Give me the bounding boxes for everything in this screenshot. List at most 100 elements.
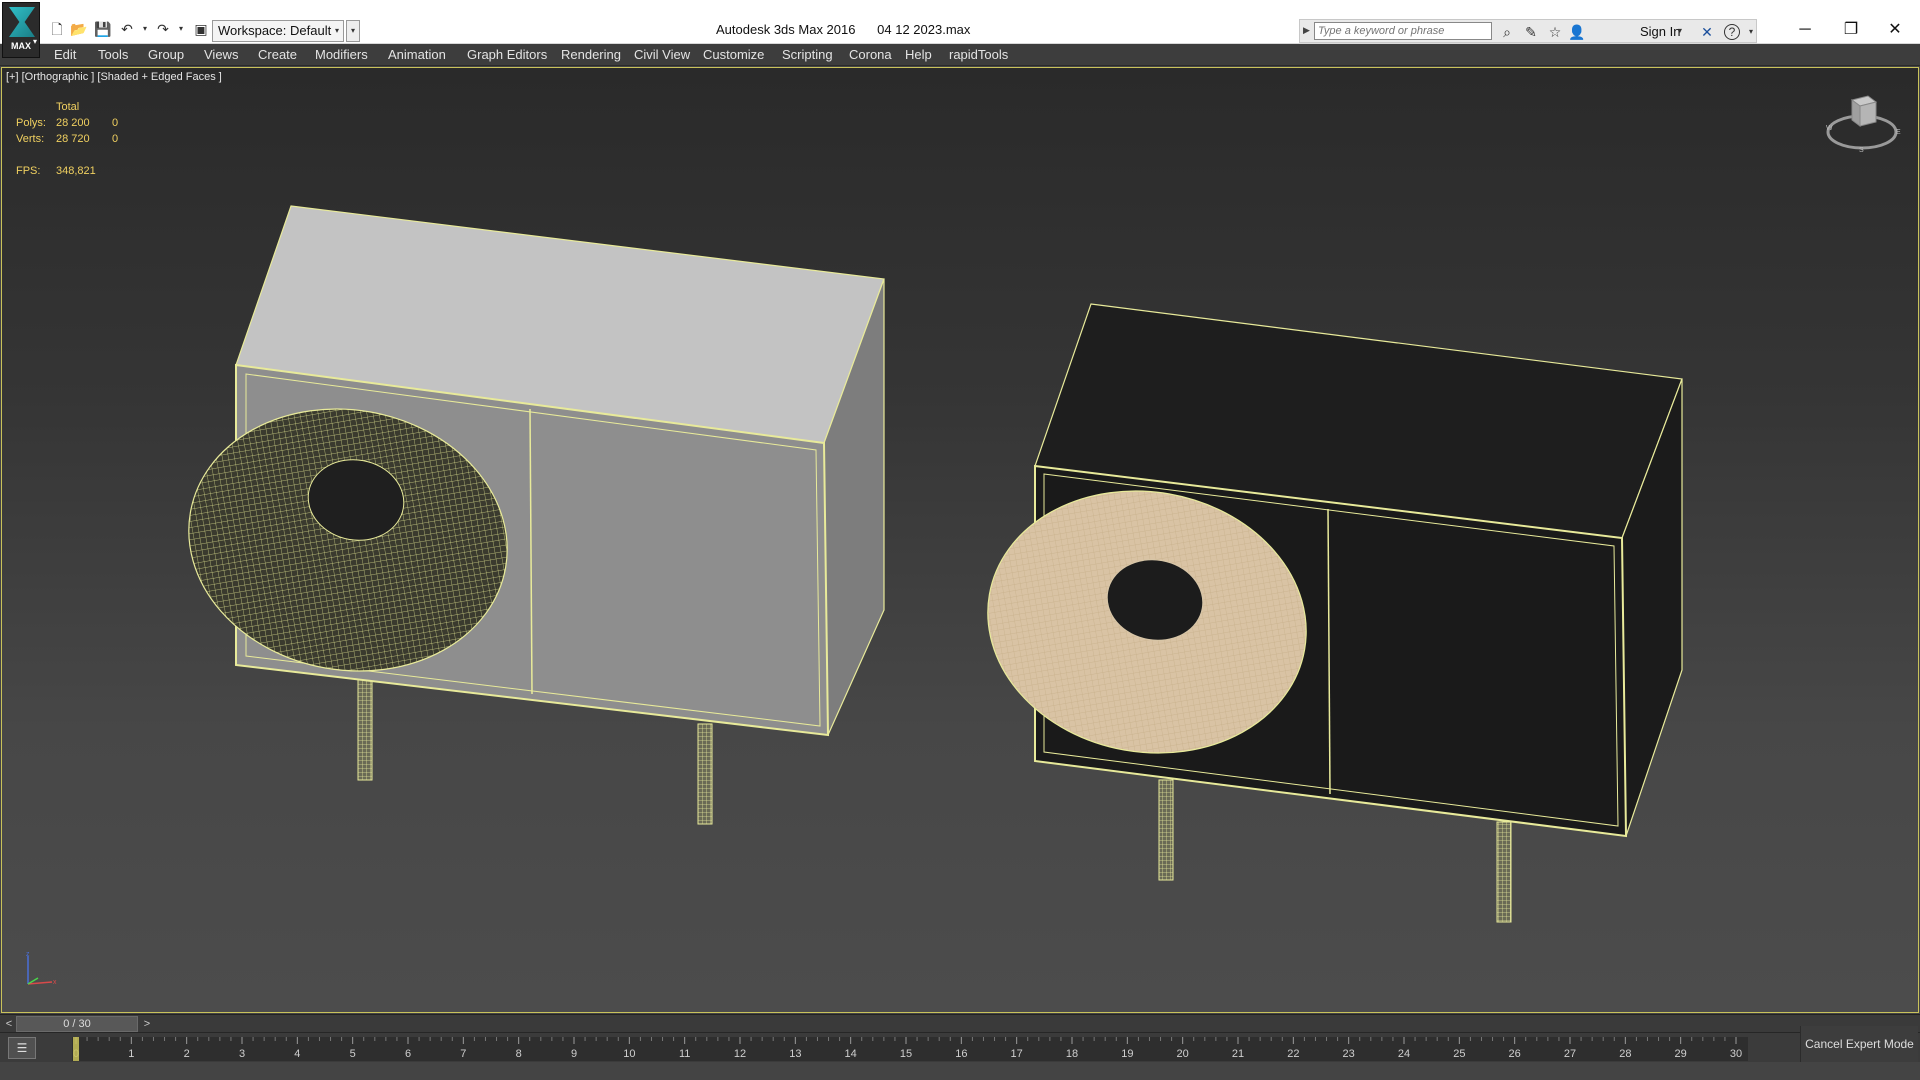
frame-label: 13 bbox=[789, 1048, 801, 1060]
frame-label: 18 bbox=[1066, 1048, 1078, 1060]
time-slider[interactable]: < 0 / 30 > bbox=[0, 1014, 1920, 1032]
undo-dropdown-icon[interactable]: ▾ bbox=[136, 20, 154, 38]
user-icon: 👤 bbox=[1568, 24, 1586, 40]
quick-access-customize-button[interactable]: ▾ bbox=[346, 20, 360, 42]
frame-label: 15 bbox=[900, 1048, 912, 1060]
frame-label: 12 bbox=[734, 1048, 746, 1060]
frame-label: 21 bbox=[1232, 1048, 1244, 1060]
workspace-selector[interactable]: Workspace: Default ▾ bbox=[212, 20, 344, 42]
frame-label: 26 bbox=[1509, 1048, 1521, 1060]
menu-group[interactable]: Group bbox=[148, 47, 184, 62]
chevron-down-icon: ▾ bbox=[334, 26, 339, 35]
chevron-down-icon[interactable]: ▾ bbox=[1742, 23, 1760, 41]
frame-label: 1 bbox=[128, 1048, 134, 1060]
save-file-icon[interactable]: 💾 bbox=[94, 20, 112, 38]
menu-views[interactable]: Views bbox=[204, 47, 238, 62]
frame-label: 8 bbox=[516, 1048, 522, 1060]
redo-icon[interactable]: ↷ bbox=[154, 20, 172, 38]
frame-label: 14 bbox=[845, 1048, 857, 1060]
new-file-icon[interactable]: 🗋 bbox=[48, 20, 66, 38]
frame-label: 2 bbox=[184, 1048, 190, 1060]
frame-label: 27 bbox=[1564, 1048, 1576, 1060]
frame-label: 16 bbox=[955, 1048, 967, 1060]
application-button[interactable]: ▾ MAX bbox=[2, 2, 40, 58]
frame-label: 29 bbox=[1675, 1048, 1687, 1060]
perspective-viewport[interactable]: [+] [Orthographic ] [Shaded + Edged Face… bbox=[1, 67, 1919, 1013]
mini-curve-editor-icon[interactable]: ☰ bbox=[8, 1037, 36, 1059]
minimize-button[interactable]: ─ bbox=[1782, 16, 1828, 44]
cabinet-left[interactable] bbox=[168, 205, 885, 825]
open-file-icon[interactable]: 📂 bbox=[70, 20, 88, 38]
axis-tripod-icon: z x bbox=[26, 951, 57, 986]
cabinet-right[interactable] bbox=[967, 303, 1683, 923]
svg-text:W: W bbox=[1826, 125, 1833, 132]
frame-label: 28 bbox=[1619, 1048, 1631, 1060]
frame-label: 3 bbox=[239, 1048, 245, 1060]
time-slider-thumb[interactable]: 0 / 30 bbox=[16, 1016, 138, 1032]
frame-label: 25 bbox=[1453, 1048, 1465, 1060]
frame-label: 20 bbox=[1177, 1048, 1189, 1060]
menu-rendering[interactable]: Rendering bbox=[561, 47, 621, 62]
infocenter-toolbar: ▶ ⌕ ✎ ☆ 👤 Sign In ▾ ✕ ? ▾ bbox=[1299, 19, 1757, 43]
frame-label: 17 bbox=[1011, 1048, 1023, 1060]
binoculars-icon[interactable]: ⌕ bbox=[1498, 23, 1516, 41]
svg-text:x: x bbox=[53, 979, 57, 986]
menu-help[interactable]: Help bbox=[905, 47, 932, 62]
frame-label: 24 bbox=[1398, 1048, 1410, 1060]
exchange-apps-icon[interactable]: ✕ bbox=[1698, 23, 1716, 41]
menu-bar: Edit Tools Group Views Create Modifiers … bbox=[0, 44, 1920, 66]
search-input[interactable] bbox=[1314, 22, 1492, 40]
cancel-expert-mode-button[interactable]: Cancel Expert Mode bbox=[1800, 1026, 1918, 1062]
menu-corona[interactable]: Corona bbox=[849, 47, 892, 62]
menu-create[interactable]: Create bbox=[258, 47, 297, 62]
menu-edit[interactable]: Edit bbox=[54, 47, 76, 62]
favorites-star-icon[interactable]: ☆ bbox=[1546, 23, 1564, 41]
viewcube-icon[interactable]: W E S bbox=[1824, 86, 1904, 156]
sign-in-button[interactable]: Sign In bbox=[1640, 24, 1680, 39]
project-folder-icon[interactable]: ▣ bbox=[192, 20, 210, 38]
chevron-down-icon[interactable]: ▾ bbox=[1678, 26, 1682, 35]
frame-label: 23 bbox=[1343, 1048, 1355, 1060]
menu-customize[interactable]: Customize bbox=[703, 47, 764, 62]
frame-label: 6 bbox=[405, 1048, 411, 1060]
logo-text: MAX bbox=[11, 41, 31, 51]
frame-label: 19 bbox=[1121, 1048, 1133, 1060]
svg-text:S: S bbox=[1859, 147, 1864, 154]
frame-label: 4 bbox=[294, 1048, 300, 1060]
window-title: Autodesk 3ds Max 2016 04 12 2023.max bbox=[716, 22, 971, 37]
help-icon[interactable]: ? bbox=[1724, 24, 1740, 40]
3dsmax-logo-icon bbox=[9, 7, 35, 37]
menu-tools[interactable]: Tools bbox=[98, 47, 128, 62]
track-bar[interactable]: ☰ 01234567891011121314151617181920212223… bbox=[0, 1032, 1920, 1062]
menu-modifiers[interactable]: Modifiers bbox=[315, 47, 368, 62]
menu-graph-editors[interactable]: Graph Editors bbox=[467, 47, 547, 62]
frame-label: 11 bbox=[679, 1048, 690, 1060]
frame-label: 10 bbox=[623, 1048, 635, 1060]
frame-label: 9 bbox=[571, 1048, 577, 1060]
scene-geometry[interactable] bbox=[2, 68, 1918, 1012]
workspace-label: Workspace: Default bbox=[218, 23, 332, 38]
title-bar: ▾ MAX 🗋 📂 💾 ↶ ▾ ↷ ▾ ▣ Workspace: Default… bbox=[0, 0, 1920, 58]
frame-label: 22 bbox=[1287, 1048, 1299, 1060]
close-button[interactable]: ✕ bbox=[1872, 16, 1918, 44]
next-frame-button[interactable]: > bbox=[140, 1016, 154, 1032]
menu-animation[interactable]: Animation bbox=[388, 47, 446, 62]
svg-text:E: E bbox=[1896, 129, 1901, 136]
restore-button[interactable]: ❐ bbox=[1828, 16, 1874, 44]
collapse-arrow-icon[interactable]: ▶ bbox=[1303, 25, 1310, 36]
menu-civil-view[interactable]: Civil View bbox=[634, 47, 690, 62]
frame-track[interactable]: 0123456789101112131415161718192021222324… bbox=[72, 1037, 1748, 1061]
frame-label: 7 bbox=[460, 1048, 466, 1060]
current-frame-marker[interactable] bbox=[73, 1037, 79, 1061]
frame-label: 5 bbox=[350, 1048, 356, 1060]
redo-dropdown-icon[interactable]: ▾ bbox=[172, 20, 190, 38]
menu-scripting[interactable]: Scripting bbox=[782, 47, 833, 62]
status-bar bbox=[0, 1062, 1920, 1080]
frame-label: 30 bbox=[1730, 1048, 1742, 1060]
previous-frame-button[interactable]: < bbox=[2, 1016, 16, 1032]
menu-rapidtools[interactable]: rapidTools bbox=[949, 47, 1008, 62]
undo-icon[interactable]: ↶ bbox=[118, 20, 136, 38]
frame-ruler[interactable]: 0123456789101112131415161718192021222324… bbox=[72, 1037, 1748, 1061]
communication-center-icon[interactable]: ✎ bbox=[1522, 23, 1540, 41]
svg-text:z: z bbox=[26, 951, 30, 958]
